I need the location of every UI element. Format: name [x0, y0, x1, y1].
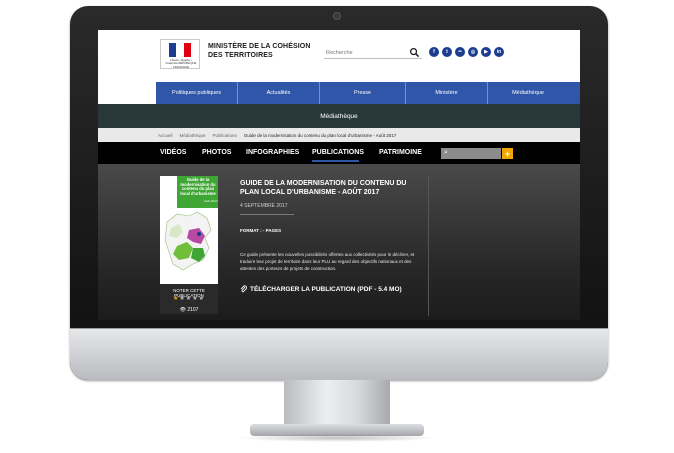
breadcrumb: Accueil Médiathèque Publications Guide d…: [98, 128, 580, 142]
flickr-icon[interactable]: ••: [455, 47, 465, 57]
breadcrumb-item-mediatheque[interactable]: Médiathèque: [180, 133, 206, 138]
cover-title: Guide de la modernisation du contenu du …: [180, 177, 216, 196]
twitter-icon[interactable]: t: [442, 47, 452, 57]
breadcrumb-current: Guide de la modernisation du contenu du …: [243, 132, 397, 138]
chin-divider: [70, 328, 608, 329]
site-header: Liberté • Égalité • Fraternité RÉPUBLIQU…: [98, 30, 580, 82]
search-input[interactable]: [326, 48, 404, 58]
monitor-chin: [70, 328, 608, 380]
paperclip-icon: [240, 285, 247, 293]
divider: [240, 214, 294, 215]
star-icon[interactable]: ★: [199, 296, 205, 302]
screen: Liberté • Égalité • Fraternité RÉPUBLIQU…: [98, 30, 580, 320]
monitor-stand-neck: [284, 380, 390, 428]
nav-item-ministere[interactable]: Ministère: [406, 82, 488, 104]
republique-logo[interactable]: Liberté • Égalité • Fraternité RÉPUBLIQU…: [160, 39, 200, 69]
publication-cover[interactable]: Guide de la modernisation du contenu du …: [160, 176, 218, 284]
nav-item-actualites[interactable]: Actualités: [238, 82, 320, 104]
youtube-icon[interactable]: ▶: [481, 47, 491, 57]
publication-info: GUIDE DE LA MODERNISATION DU CONTENU DU …: [240, 180, 424, 293]
publication-format: FORMAT : - PAGES: [240, 228, 282, 233]
camera-icon: [334, 13, 340, 19]
stand-shadow: [236, 434, 438, 442]
nav-item-presse[interactable]: Presse: [320, 82, 406, 104]
french-flag-icon: [169, 43, 191, 57]
tab-publications[interactable]: PUBLICATIONS: [312, 149, 364, 156]
search-icon[interactable]: [409, 47, 420, 58]
cover-date: Août 2017: [204, 199, 218, 203]
download-link[interactable]: TÉLÉCHARGER LA PUBLICATION (PDF - 5.4 MO…: [240, 285, 424, 293]
search-icon: ⌕: [444, 149, 448, 156]
publication-date: 4 SEPTEMBRE 2017: [240, 203, 288, 209]
download-label[interactable]: TÉLÉCHARGER LA PUBLICATION (PDF - 5.4 MO…: [250, 286, 402, 293]
tab-infographies[interactable]: INFOGRAPHIES: [246, 149, 299, 156]
tab-patrimoine[interactable]: PATRIMOINE: [379, 149, 422, 156]
rating-stars[interactable]: ★★★★★: [160, 295, 218, 302]
add-button[interactable]: +: [502, 148, 513, 159]
publication-content: Guide de la modernisation du contenu du …: [98, 164, 580, 320]
media-search-input[interactable]: ⌕: [441, 148, 501, 159]
publication-description: Ce guide présente les nouvelles possibil…: [240, 252, 415, 271]
imac-mockup: Liberté • Égalité • Fraternité RÉPUBLIQU…: [0, 0, 674, 453]
publication-title: GUIDE DE LA MODERNISATION DU CONTENU DU …: [240, 180, 407, 196]
social-links: f t •• ◎ ▶ in: [429, 47, 504, 57]
tab-photos[interactable]: PHOTOS: [202, 149, 231, 156]
search-box: [324, 47, 422, 59]
breadcrumb-item-accueil[interactable]: Accueil: [158, 133, 173, 138]
main-nav: Politiques publiques Actualités Presse M…: [156, 82, 580, 104]
linkedin-icon[interactable]: in: [494, 47, 504, 57]
ministry-name[interactable]: MINISTÈRE DE LA COHÉSION DES TERRITOIRES: [208, 42, 318, 60]
eye-icon: 👁: [179, 307, 186, 313]
column-divider: [428, 176, 429, 316]
france-map-illustration: [164, 211, 212, 271]
publication-card: Guide de la modernisation du contenu du …: [160, 176, 218, 314]
active-tab-indicator: [312, 160, 359, 162]
media-tabs: VIDÉOS PHOTOS INFOGRAPHIES PUBLICATIONS …: [98, 142, 580, 164]
nav-item-politiques[interactable]: Politiques publiques: [156, 82, 238, 104]
section-title-band: Médiathèque: [98, 104, 580, 128]
nav-item-mediatheque[interactable]: Médiathèque: [488, 82, 568, 104]
logo-text: Liberté • Égalité • Fraternité RÉPUBLIQU…: [165, 58, 197, 69]
breadcrumb-item-publications[interactable]: Publications: [213, 133, 237, 138]
instagram-icon[interactable]: ◎: [468, 47, 478, 57]
section-title: Médiathèque: [320, 112, 358, 120]
view-count: 👁 2107: [160, 307, 218, 313]
tab-videos[interactable]: VIDÉOS: [160, 149, 186, 156]
facebook-icon[interactable]: f: [429, 47, 439, 57]
view-count-value: 2107: [187, 307, 199, 313]
